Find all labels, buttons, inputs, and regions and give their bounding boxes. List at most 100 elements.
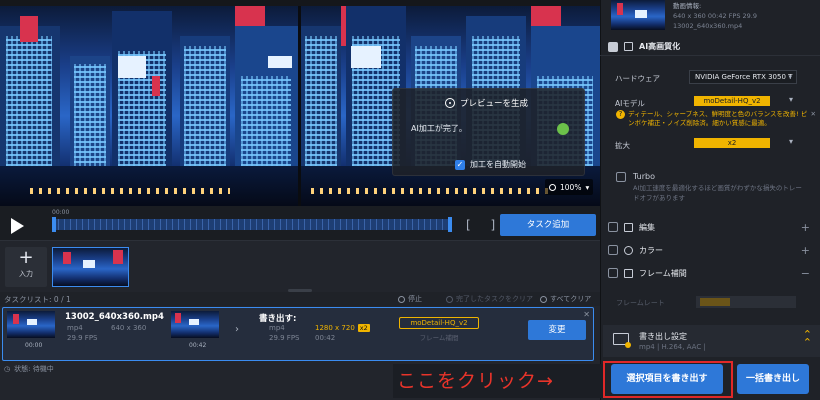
play-icon[interactable] (11, 218, 24, 234)
edit-checkbox[interactable] (608, 222, 618, 232)
chevron-right-icon: › (235, 324, 239, 335)
video-thumbnail[interactable] (52, 247, 129, 287)
chevron-down-icon: ▾ (788, 73, 792, 81)
complete-status-icon (557, 123, 569, 135)
frame-rate-select[interactable] (696, 296, 796, 308)
output-resolution-text: 1280 x 720 (315, 324, 355, 332)
panel-video-thumbnail (611, 0, 665, 30)
task-item[interactable]: ✕ 00:00 13002_640x360.mp4 mp4 640 x 360 … (2, 307, 594, 361)
zoom-control[interactable]: 100% ▾ (545, 179, 593, 195)
output-duration: 00:42 (315, 334, 336, 342)
clear-done-label: 完了したタスクをクリア (456, 295, 533, 303)
close-icon[interactable]: ✕ (583, 310, 590, 319)
turbo-label: Turbo (633, 172, 656, 181)
frame-rate-label: フレームレート (616, 299, 665, 307)
add-input-label: 入力 (19, 270, 33, 278)
generate-preview-button[interactable]: プレビューを生成 (445, 97, 528, 109)
ai-model-select[interactable]: moDetail-HQ_v2 ▾ (694, 94, 797, 108)
source-time: 00:00 (25, 342, 43, 349)
edit-icon (624, 222, 633, 232)
aperture-icon (445, 98, 455, 108)
auto-start-option[interactable]: ✓ 加工を自動開始 (455, 159, 526, 170)
expand-plus-icon[interactable]: + (801, 244, 810, 257)
broom-icon (540, 295, 547, 303)
collapse-minus-icon[interactable]: − (801, 267, 810, 280)
turbo-checkbox[interactable] (616, 172, 626, 182)
frame-interp-checkbox[interactable] (608, 268, 618, 278)
chevron-up-icon[interactable]: ⌃ ⌃ (803, 329, 812, 348)
source-filename: 13002_640x360.mp4 (65, 312, 164, 322)
close-icon[interactable]: ✕ (811, 110, 816, 128)
auto-start-checkbox[interactable]: ✓ (455, 159, 465, 170)
change-button[interactable]: 変更 (528, 320, 586, 340)
palette-icon (624, 245, 633, 255)
task-list-header: タスクリスト: 0 / 1 停止 完了したタスクをクリア すべてクリア (0, 292, 600, 306)
add-task-button[interactable]: タスク追加 (500, 214, 596, 236)
color-label: カラー (639, 245, 663, 255)
hardware-select-value: NVIDIA GeForce RTX 3050 T (695, 73, 793, 81)
ai-enhance-checkbox[interactable] (608, 41, 618, 52)
scale-label: 拡大 (615, 141, 630, 150)
output-format: mp4 (269, 324, 285, 332)
model-hint: ? ディテール、シャープネス、鮮明度と色のバランスを改善! ピンボケ補正・ノイズ… (616, 110, 816, 128)
output-fps: 29.9 FPS (269, 334, 300, 342)
color-section-header[interactable]: カラー + (600, 241, 820, 259)
edit-label: 編集 (639, 222, 655, 232)
edit-section-header[interactable]: 編集 + (600, 218, 820, 236)
scale-badge: x2 (357, 324, 370, 332)
clear-all-label: すべてクリア (550, 295, 592, 303)
ai-done-message: AI加工が完了。 (411, 124, 467, 133)
video-info-line2: 13002_640x360.mp4 (673, 22, 743, 30)
task-status-text: 状態: 待機中 (14, 365, 54, 373)
ai-enhance-section-header[interactable]: AI高画質化 (600, 38, 820, 56)
stop-label: 停止 (408, 295, 422, 303)
gear-icon (625, 342, 631, 348)
original-preview (0, 6, 298, 206)
trim-bracket-icon[interactable]: [ ] (466, 218, 503, 232)
output-thumbnail (171, 311, 219, 338)
scale-select[interactable]: x2 ▾ (694, 136, 797, 150)
help-icon: ? (616, 110, 625, 119)
video-info: 動画情報: 640 x 360 00:42 FPS 29.9 13002_640… (673, 1, 757, 31)
clear-done-button[interactable]: 完了したタスクをクリア (446, 294, 533, 304)
magnifier-icon (549, 183, 556, 191)
expand-plus-icon[interactable]: + (801, 221, 810, 234)
frame-interp-tag: フレーム補間 (419, 334, 459, 342)
ai-model-value: moDetail-HQ_v2 (694, 96, 770, 106)
chevron-down-icon: ▾ (788, 137, 793, 146)
auto-start-label: 加工を自動開始 (470, 160, 526, 169)
frame-rate-row: フレームレート (614, 296, 796, 310)
output-title: 書き出す: (259, 314, 297, 324)
timeline-track[interactable] (52, 219, 452, 230)
hardware-select[interactable]: NVIDIA GeForce RTX 3050 T ▾ (689, 70, 797, 84)
thumbnail-strip: + 入力 (0, 240, 600, 292)
clear-icon (446, 295, 453, 303)
color-checkbox[interactable] (608, 245, 618, 255)
source-fps: 29.9 FPS (67, 334, 98, 342)
playback-controls: 00:00 [ ] タスク追加 (0, 206, 600, 240)
add-input-button[interactable]: + 入力 (5, 247, 47, 287)
preview-generate-panel: プレビューを生成 AI加工が完了。 ✓ 加工を自動開始 (392, 88, 585, 176)
timeline-start-handle[interactable] (52, 217, 56, 232)
export-settings-summary: mp4 | H.264, AAC | (639, 343, 706, 351)
frame-interp-section-header[interactable]: フレーム補間 − (600, 264, 820, 282)
clear-all-button[interactable]: すべてクリア (540, 294, 591, 304)
export-settings[interactable]: 書き出し設定 mp4 | H.264, AAC | ⌃ ⌃ (603, 325, 820, 357)
source-thumbnail (7, 311, 55, 338)
export-settings-title: 書き出し設定 (639, 332, 687, 341)
timeline-end-handle[interactable] (448, 217, 452, 232)
clock-icon: ◷ (4, 365, 11, 373)
chevron-down-icon: ▾ (585, 182, 590, 192)
hardware-label: ハードウェア (615, 74, 660, 83)
video-info-line1: 640 x 360 00:42 FPS 29.9 (673, 12, 757, 20)
highlight-box (603, 361, 733, 398)
ai-enhance-label: AI高画質化 (639, 42, 681, 51)
task-list-count: タスクリスト: 0 / 1 (4, 295, 71, 304)
click-here-annotation: ここをクリック→ (397, 370, 554, 392)
task-status: ◷ 状態: 待機中 (4, 364, 54, 374)
model-tag: moDetail-HQ_v2 (399, 317, 479, 329)
export-all-button[interactable]: 一括書き出し (737, 364, 809, 394)
stop-button[interactable]: 停止 (398, 294, 422, 304)
source-format: mp4 (67, 324, 83, 332)
city-scene-image (0, 6, 298, 206)
